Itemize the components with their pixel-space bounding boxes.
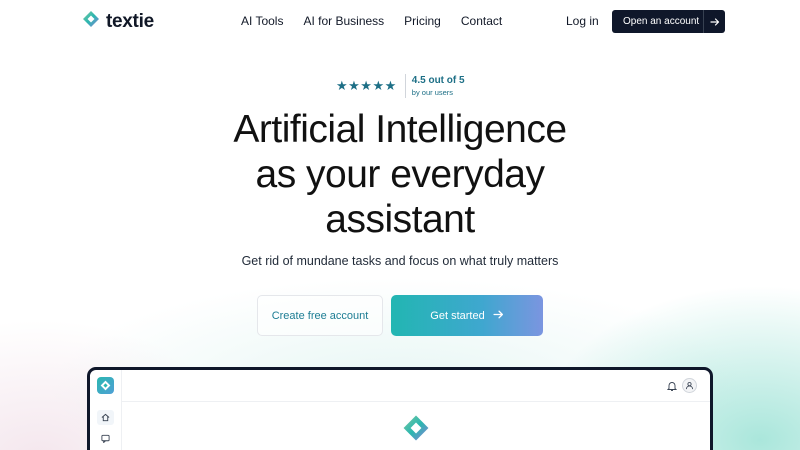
headline-line-1: Artificial Intelligence (233, 108, 567, 151)
get-started-label: Get started (430, 309, 485, 322)
rating-text: 4.5 out of 5 by our users (412, 75, 465, 97)
textie-logo-icon (82, 10, 100, 33)
app-preview-topbar (122, 370, 710, 402)
top-navigation: textie AI Tools AI for Business Pricing … (0, 0, 800, 42)
rating-caption: by our users (411, 88, 454, 97)
headline-line-3: assistant (325, 198, 475, 241)
login-link[interactable]: Log in (566, 14, 599, 28)
user-icon[interactable] (682, 378, 697, 393)
open-account-button[interactable]: Open an account (612, 10, 725, 33)
arrow-right-icon (493, 309, 504, 323)
nav-link-ai-for-business[interactable]: AI for Business (303, 14, 384, 28)
bell-icon[interactable] (666, 379, 678, 397)
star-rating-icons: ★★★★★ (336, 78, 397, 93)
nav-link-ai-tools[interactable]: AI Tools (241, 14, 283, 28)
brand-logo[interactable]: textie (82, 10, 154, 33)
nav-link-pricing[interactable]: Pricing (404, 14, 441, 28)
textie-logo-icon (402, 414, 430, 447)
hero-headline: Artificial Intelligence as your everyday… (0, 107, 800, 242)
app-preview-mockup (87, 367, 713, 450)
home-icon[interactable] (97, 410, 114, 425)
get-started-button[interactable]: Get started (391, 295, 543, 336)
rating-divider (404, 74, 406, 98)
create-free-account-label: Create free account (271, 309, 369, 322)
create-free-account-button[interactable]: Create free account (257, 295, 383, 336)
hero-subtitle: Get rid of mundane tasks and focus on wh… (241, 254, 559, 268)
textie-logo-icon (97, 377, 114, 394)
arrow-right-icon (703, 10, 725, 33)
brand-name: textie (106, 10, 154, 32)
rating-score: 4.5 out of 5 (411, 75, 465, 86)
headline-line-2: as your everyday (255, 153, 545, 196)
rating-badge: ★★★★★ 4.5 out of 5 by our users (336, 74, 465, 98)
open-account-label: Open an account (623, 16, 700, 27)
chat-icon[interactable] (97, 431, 114, 446)
nav-link-contact[interactable]: Contact (461, 14, 502, 28)
primary-nav: AI Tools AI for Business Pricing Contact (241, 14, 502, 28)
app-preview-sidebar (90, 370, 122, 450)
